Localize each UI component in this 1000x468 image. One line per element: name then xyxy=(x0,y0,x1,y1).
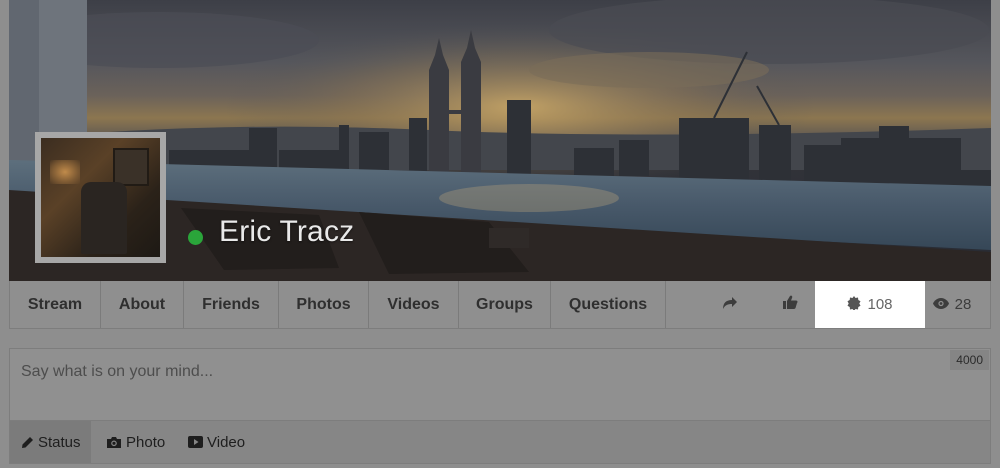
badge-count: 108 xyxy=(867,296,893,313)
tab-videos[interactable]: Videos xyxy=(369,281,459,328)
camera-icon xyxy=(106,436,122,449)
composer-tab-label: Photo xyxy=(126,433,166,451)
composer-tab-label: Video xyxy=(207,433,246,451)
like-button[interactable] xyxy=(770,281,810,328)
eye-icon xyxy=(932,296,949,313)
tab-label: Groups xyxy=(476,295,533,313)
share-icon xyxy=(722,296,738,314)
tab-about[interactable]: About xyxy=(101,281,184,328)
wall-art-shape xyxy=(113,148,149,186)
tab-photos[interactable]: Photos xyxy=(279,281,369,328)
composer-tab-status[interactable]: Status xyxy=(10,421,91,463)
badge-counter[interactable]: 108 xyxy=(815,281,925,328)
lamp-shape xyxy=(50,160,80,184)
char-limit-badge: 4000 xyxy=(950,350,989,370)
cover-photo: Eric Tracz xyxy=(9,0,991,281)
tab-label: Questions xyxy=(568,295,648,313)
status-composer: 4000 xyxy=(9,348,991,421)
tab-label: About xyxy=(118,295,166,313)
tab-friends[interactable]: Friends xyxy=(184,281,279,328)
composer-tab-video[interactable]: Video xyxy=(188,421,258,463)
views-counter: 28 xyxy=(928,281,976,328)
share-button[interactable] xyxy=(710,281,750,328)
status-input[interactable] xyxy=(21,363,921,381)
tab-questions[interactable]: Questions xyxy=(551,281,666,328)
tab-groups[interactable]: Groups xyxy=(459,281,551,328)
chair-shape xyxy=(81,182,127,254)
avatar[interactable] xyxy=(35,132,166,263)
composer-tabs: Status Photo Video xyxy=(9,421,991,464)
tab-label: Friends xyxy=(202,295,260,313)
tab-label: Videos xyxy=(387,295,440,313)
video-icon xyxy=(188,436,203,448)
badge-icon xyxy=(847,295,861,314)
views-count: 28 xyxy=(954,296,972,313)
composer-tab-photo[interactable]: Photo xyxy=(106,421,176,463)
profile-name: Eric Tracz xyxy=(219,215,355,248)
pencil-icon xyxy=(21,436,34,449)
tab-stream[interactable]: Stream xyxy=(10,281,101,328)
composer-tab-label: Status xyxy=(38,433,81,451)
tab-label: Photos xyxy=(296,295,351,313)
online-status-indicator xyxy=(188,230,203,245)
avatar-image xyxy=(41,138,160,257)
tab-label: Stream xyxy=(27,295,83,313)
profile-nav-bar: Stream About Friends Photos Videos Group… xyxy=(9,281,991,329)
thumbs-up-icon xyxy=(782,295,798,314)
